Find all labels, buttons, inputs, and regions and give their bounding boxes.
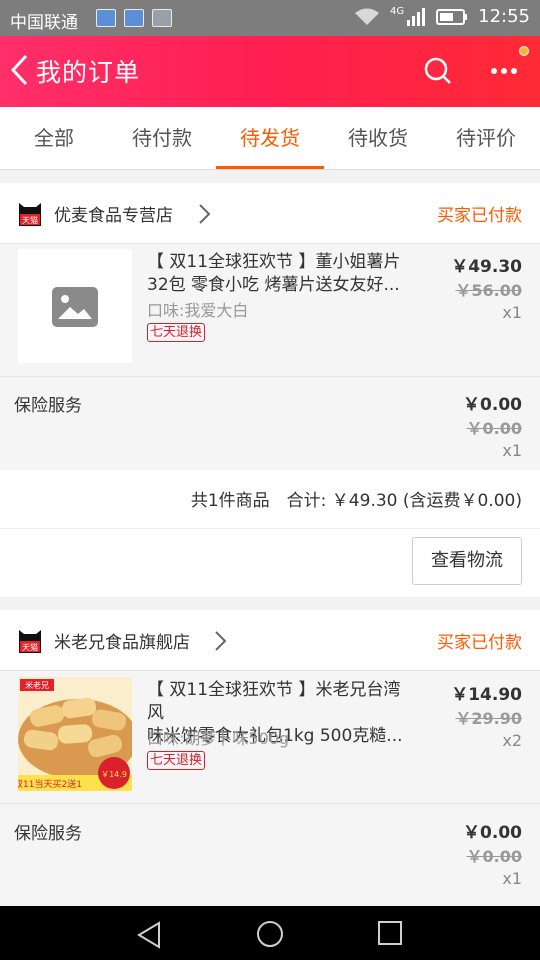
shop-name[interactable]: 优麦食品专营店 <box>54 201 173 226</box>
tab-pending-shipment[interactable]: 待发货 <box>216 107 324 169</box>
tmall-logo-icon: 天猫 <box>19 630 41 653</box>
home-circle-icon[interactable] <box>255 919 285 949</box>
chevron-right-icon <box>215 631 227 651</box>
product-title-line: 32包 零食小吃 烤薯片送女友好... <box>147 275 400 295</box>
signal-icon <box>407 7 426 26</box>
product-title-line: 【 双11全球狂欢节 】米老兄台湾风 <box>147 680 401 723</box>
chevron-right-icon <box>199 204 211 224</box>
product-title-line: 【 双11全球狂欢节 】董小姐薯片 <box>147 252 401 272</box>
tmall-logo-text: 天猫 <box>22 215 38 225</box>
product-image-placeholder <box>18 249 132 363</box>
product-title[interactable]: 【 双11全球狂欢节 】董小姐薯片 32包 零食小吃 烤薯片送女友好... <box>147 251 417 297</box>
order-item[interactable]: 米老兄 双11当天买2送1 ￥14.9 【 双11全球狂欢节 】米老兄台湾风 味… <box>0 671 540 803</box>
order-actions: 查看物流 <box>0 528 540 597</box>
insurance-original-price: ￥0.00 <box>466 847 522 866</box>
carrier-label: 中国联通 <box>10 13 78 33</box>
divider <box>0 376 540 377</box>
tab-pending-payment[interactable]: 待付款 <box>108 107 216 169</box>
app-header: 我的订单 <box>0 36 540 107</box>
back-triangle-icon[interactable] <box>136 921 162 949</box>
product-price: ￥14.90 <box>451 685 522 705</box>
insurance-row: 保险服务 ￥0.00 ￥0.00 x1 <box>0 378 540 470</box>
order-summary: 共1件商品 合计: ￥49.30 (含运费￥0.00) <box>0 470 540 528</box>
insurance-price: ￥0.00 <box>463 395 522 415</box>
recent-apps-icon[interactable] <box>377 920 403 946</box>
notification-app-icon <box>124 9 144 27</box>
view-logistics-button[interactable]: 查看物流 <box>412 537 522 585</box>
shop-name[interactable]: 米老兄食品旗舰店 <box>54 628 190 653</box>
tmall-logo-text: 天猫 <box>22 642 38 652</box>
notification-app-icon <box>96 9 116 27</box>
original-price: ￥29.90 <box>455 709 522 728</box>
return-policy-badge: 七天退换 <box>147 751 206 770</box>
product-quantity: x2 <box>502 731 522 750</box>
status-bar: 中国联通 4G 12:55 <box>0 0 540 36</box>
insurance-quantity: x1 <box>502 441 522 460</box>
product-price-tag-text: ￥14.9 <box>101 770 127 779</box>
back-icon[interactable] <box>6 52 34 88</box>
notification-icons <box>96 9 172 27</box>
page-title: 我的订单 <box>36 58 141 87</box>
clock: 12:55 <box>478 6 530 27</box>
divider <box>0 803 540 804</box>
order-total: 共1件商品 合计: ￥49.30 (含运费￥0.00) <box>190 491 522 511</box>
product-spec: 口味:我爱大白 <box>147 301 249 320</box>
insurance-original-price: ￥0.00 <box>466 419 522 438</box>
shop-header[interactable]: 天猫 优麦食品专营店 买家已付款 <box>0 183 540 243</box>
product-price: ￥49.30 <box>451 257 522 277</box>
insurance-quantity: x1 <box>502 869 522 888</box>
more-icon[interactable] <box>489 56 519 86</box>
tab-pending-receipt[interactable]: 待收货 <box>324 107 432 169</box>
insurance-label: 保险服务 <box>14 396 82 416</box>
return-policy-badge: 七天退换 <box>147 323 206 342</box>
order-status: 买家已付款 <box>437 206 522 226</box>
image-notification-icon <box>152 9 172 27</box>
battery-icon <box>436 8 468 25</box>
tab-pending-review[interactable]: 待评价 <box>432 107 540 169</box>
product-brand-text: 米老兄 <box>25 680 49 690</box>
product-spec: 口味:胡萝卜味500g <box>147 729 290 748</box>
image-placeholder-icon <box>52 287 98 327</box>
notification-dot <box>519 46 529 56</box>
order-tabs: 全部 待付款 待发货 待收货 待评价 <box>0 107 540 170</box>
product-promo-text: 双11当天买2送1 <box>18 778 82 790</box>
network-type-label: 4G <box>390 6 405 17</box>
search-icon[interactable] <box>423 56 453 86</box>
order-status: 买家已付款 <box>437 633 522 653</box>
order-item[interactable]: 【 双11全球狂欢节 】董小姐薯片 32包 零食小吃 烤薯片送女友好... 口味… <box>0 244 540 376</box>
insurance-price: ￥0.00 <box>463 823 522 843</box>
product-image: 米老兄 双11当天买2送1 ￥14.9 <box>18 677 132 791</box>
shop-header[interactable]: 天猫 米老兄食品旗舰店 买家已付款 <box>0 610 540 670</box>
original-price: ￥56.00 <box>455 281 522 300</box>
tab-all[interactable]: 全部 <box>0 107 108 169</box>
wifi-icon <box>355 8 379 25</box>
tmall-logo-icon: 天猫 <box>19 203 41 226</box>
rice-cracker-image: 米老兄 双11当天买2送1 ￥14.9 <box>18 677 132 791</box>
insurance-label: 保险服务 <box>14 824 82 844</box>
product-quantity: x1 <box>502 303 522 322</box>
system-nav-bar <box>0 906 540 960</box>
insurance-row: 保险服务 ￥0.00 ￥0.00 x1 <box>0 805 540 906</box>
